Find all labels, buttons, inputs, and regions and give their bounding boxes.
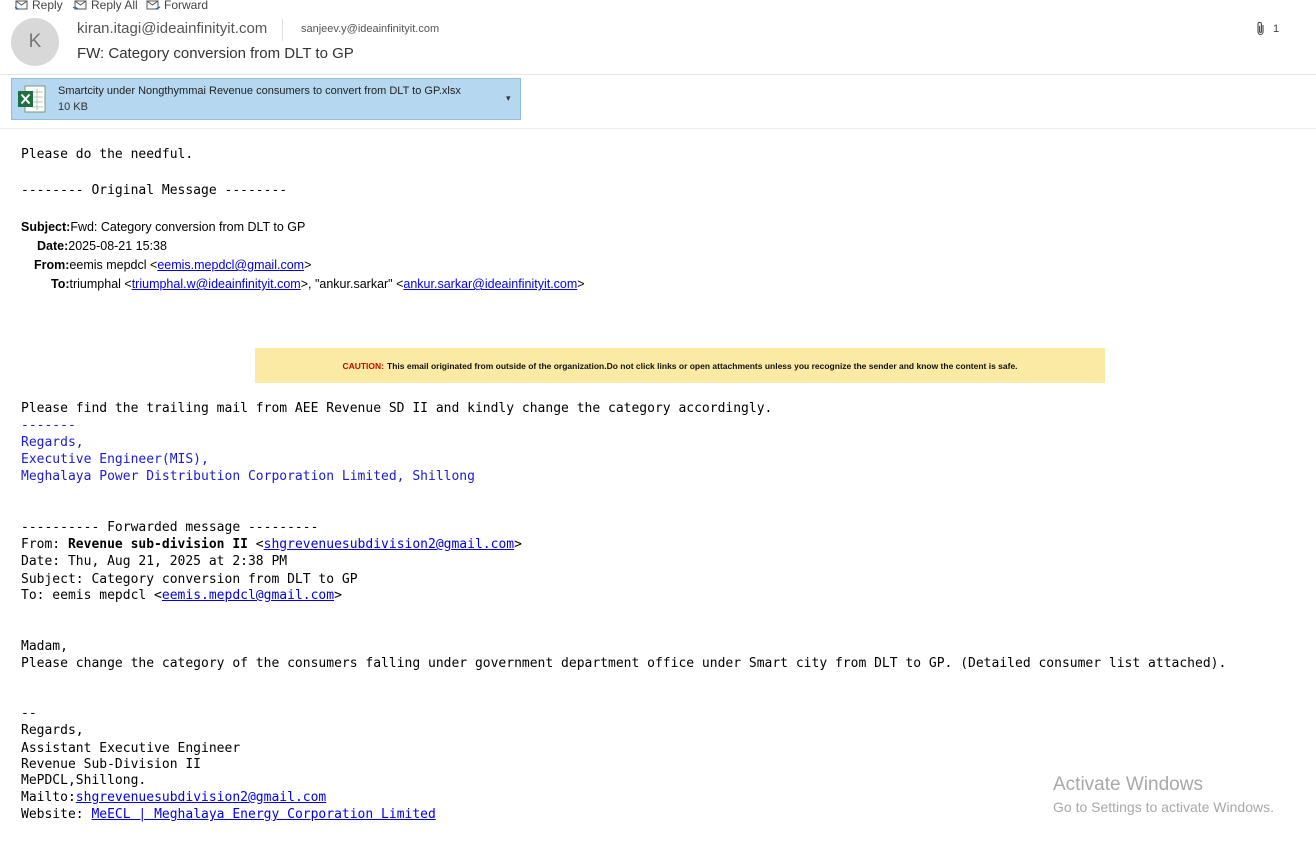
orig-to-close: > bbox=[577, 277, 585, 291]
reply-button[interactable]: Reply bbox=[15, 0, 63, 13]
sig1-title: Executive Engineer(MIS), bbox=[21, 452, 209, 467]
orig-from-close: > bbox=[304, 258, 312, 272]
fwd-from-open: < bbox=[247, 537, 264, 552]
orig-to-row: To:triumphal <triumphal.w@ideainfinityit… bbox=[51, 277, 585, 291]
orig-date-row: Date:2025-08-21 15:38 bbox=[37, 239, 167, 253]
orig-from-email-link[interactable]: eemis.mepdcl@gmail.com bbox=[157, 258, 304, 272]
reply-all-label: Reply All bbox=[91, 0, 138, 12]
fwd-to-email-link[interactable]: eemis.mepdcl@gmail.com bbox=[162, 588, 334, 603]
reply-all-icon bbox=[72, 0, 87, 10]
sig2-dashes: -- bbox=[21, 706, 37, 721]
attachment-count: 1 bbox=[1273, 23, 1280, 35]
greeting: Madam, bbox=[21, 639, 68, 654]
forward-icon bbox=[146, 0, 161, 10]
orig-to-email2-link[interactable]: ankur.sarkar@ideainfinityit.com bbox=[403, 277, 577, 291]
sig1-dashes: ------- bbox=[21, 418, 76, 433]
message-subject: FW: Category conversion from DLT to GP bbox=[77, 45, 354, 62]
opening-line: Please do the needful. bbox=[21, 147, 194, 162]
excel-file-icon bbox=[18, 85, 46, 113]
forward-label: Forward bbox=[164, 0, 209, 12]
caution-text: This email originated from outside of th… bbox=[387, 360, 1018, 371]
fwd-to-row: To: eemis mepdcl <eemis.mepdcl@gmail.com… bbox=[21, 588, 342, 603]
sig2-website-label: Website: bbox=[21, 807, 92, 822]
orig-to-mid: >, "ankur.sarkar" < bbox=[300, 277, 404, 291]
original-message-marker: -------- Original Message -------- bbox=[21, 183, 288, 198]
orig-from-row: From:eemis mepdcl <eemis.mepdcl@gmail.co… bbox=[34, 258, 311, 272]
sig2-mailto-link[interactable]: shgrevenuesubdivision2@gmail.com bbox=[76, 790, 326, 805]
sig2-mailto-label: Mailto: bbox=[21, 790, 76, 805]
fwd-subject: Subject: Category conversion from DLT to… bbox=[21, 572, 358, 587]
sig2-mailto-row: Mailto:shgrevenuesubdivision2@gmail.com bbox=[21, 790, 326, 805]
avatar[interactable]: K bbox=[11, 18, 59, 66]
sig1-regards: Regards, bbox=[21, 435, 84, 450]
activation-watermark-title: Activate Windows bbox=[1053, 774, 1203, 795]
fwd-from-email-link[interactable]: shgrevenuesubdivision2@gmail.com bbox=[264, 537, 514, 552]
paperclip-icon bbox=[1257, 21, 1264, 36]
orig-subject-label: Subject: bbox=[21, 220, 71, 234]
sig2-title: Assistant Executive Engineer bbox=[21, 741, 241, 756]
reply-icon bbox=[15, 0, 28, 10]
sig2-website-row: Website: MeECL | Meghalaya Energy Corpor… bbox=[21, 807, 436, 822]
fwd-from-close: > bbox=[514, 537, 522, 552]
chevron-down-icon[interactable]: ▾ bbox=[506, 93, 511, 104]
reply-all-button[interactable]: Reply All bbox=[72, 0, 138, 13]
attachment-size: 10 KB bbox=[58, 101, 88, 113]
fwd-date: Date: Thu, Aug 21, 2025 at 2:38 PM bbox=[21, 554, 288, 569]
fwd-to-close: > bbox=[334, 588, 342, 603]
sig2-regards: Regards, bbox=[21, 723, 84, 738]
reply-label: Reply bbox=[32, 0, 63, 12]
fwd-from-row: From: Revenue sub-division II <shgrevenu… bbox=[21, 537, 522, 552]
fwd-from-name: Revenue sub-division II bbox=[67, 537, 248, 552]
orig-subject: Fwd: Category conversion from DLT to GP bbox=[70, 220, 306, 234]
orig-subject-row: Subject:Fwd: Category conversion from DL… bbox=[21, 220, 305, 234]
recipient-address[interactable]: sanjeev.y@ideainfinityit.com bbox=[301, 23, 439, 35]
sig2-website-link[interactable]: MeECL | Meghalaya Energy Corporation Lim… bbox=[91, 807, 435, 822]
attachment-divider bbox=[0, 128, 1316, 129]
sender-address[interactable]: kiran.itagi@ideainfinityit.com bbox=[77, 20, 267, 37]
orig-from-name: eemis mepdcl < bbox=[69, 258, 158, 272]
orig-date-label: Date: bbox=[37, 239, 69, 253]
forwarded-marker: ---------- Forwarded message --------- bbox=[21, 520, 319, 535]
fwd-to-prefix: To: eemis mepdcl < bbox=[21, 588, 162, 603]
orig-to-label: To: bbox=[51, 277, 70, 291]
sig1-org: Meghalaya Power Distribution Corporation… bbox=[21, 469, 475, 484]
sig2-org: MePDCL,Shillong. bbox=[21, 773, 147, 788]
attachment-indicator[interactable]: 1 bbox=[1256, 21, 1279, 37]
orig-to-name1: triumphal < bbox=[69, 277, 132, 291]
caution-banner: CAUTION: This email originated from outs… bbox=[255, 348, 1105, 383]
forward-button[interactable]: Forward bbox=[146, 0, 208, 13]
orig-from-label: From: bbox=[34, 258, 70, 272]
header-divider bbox=[0, 74, 1316, 75]
attachment-name: Smartcity under Nongthymmai Revenue cons… bbox=[58, 85, 461, 97]
fwd-from-prefix: From: bbox=[21, 537, 68, 552]
trailing-line: Please find the trailing mail from AEE R… bbox=[21, 401, 773, 416]
orig-to-email1-link[interactable]: triumphal.w@ideainfinityit.com bbox=[132, 277, 301, 291]
avatar-initial: K bbox=[28, 31, 42, 52]
divider bbox=[282, 19, 283, 41]
request-text: Please change the category of the consum… bbox=[21, 656, 1227, 671]
activation-watermark-subtitle: Go to Settings to activate Windows. bbox=[1053, 799, 1274, 815]
caution-label: CAUTION: bbox=[342, 360, 385, 371]
orig-date: 2025-08-21 15:38 bbox=[68, 239, 167, 253]
sig2-division: Revenue Sub-Division II bbox=[21, 757, 202, 772]
attachment-item[interactable]: Smartcity under Nongthymmai Revenue cons… bbox=[11, 78, 521, 120]
